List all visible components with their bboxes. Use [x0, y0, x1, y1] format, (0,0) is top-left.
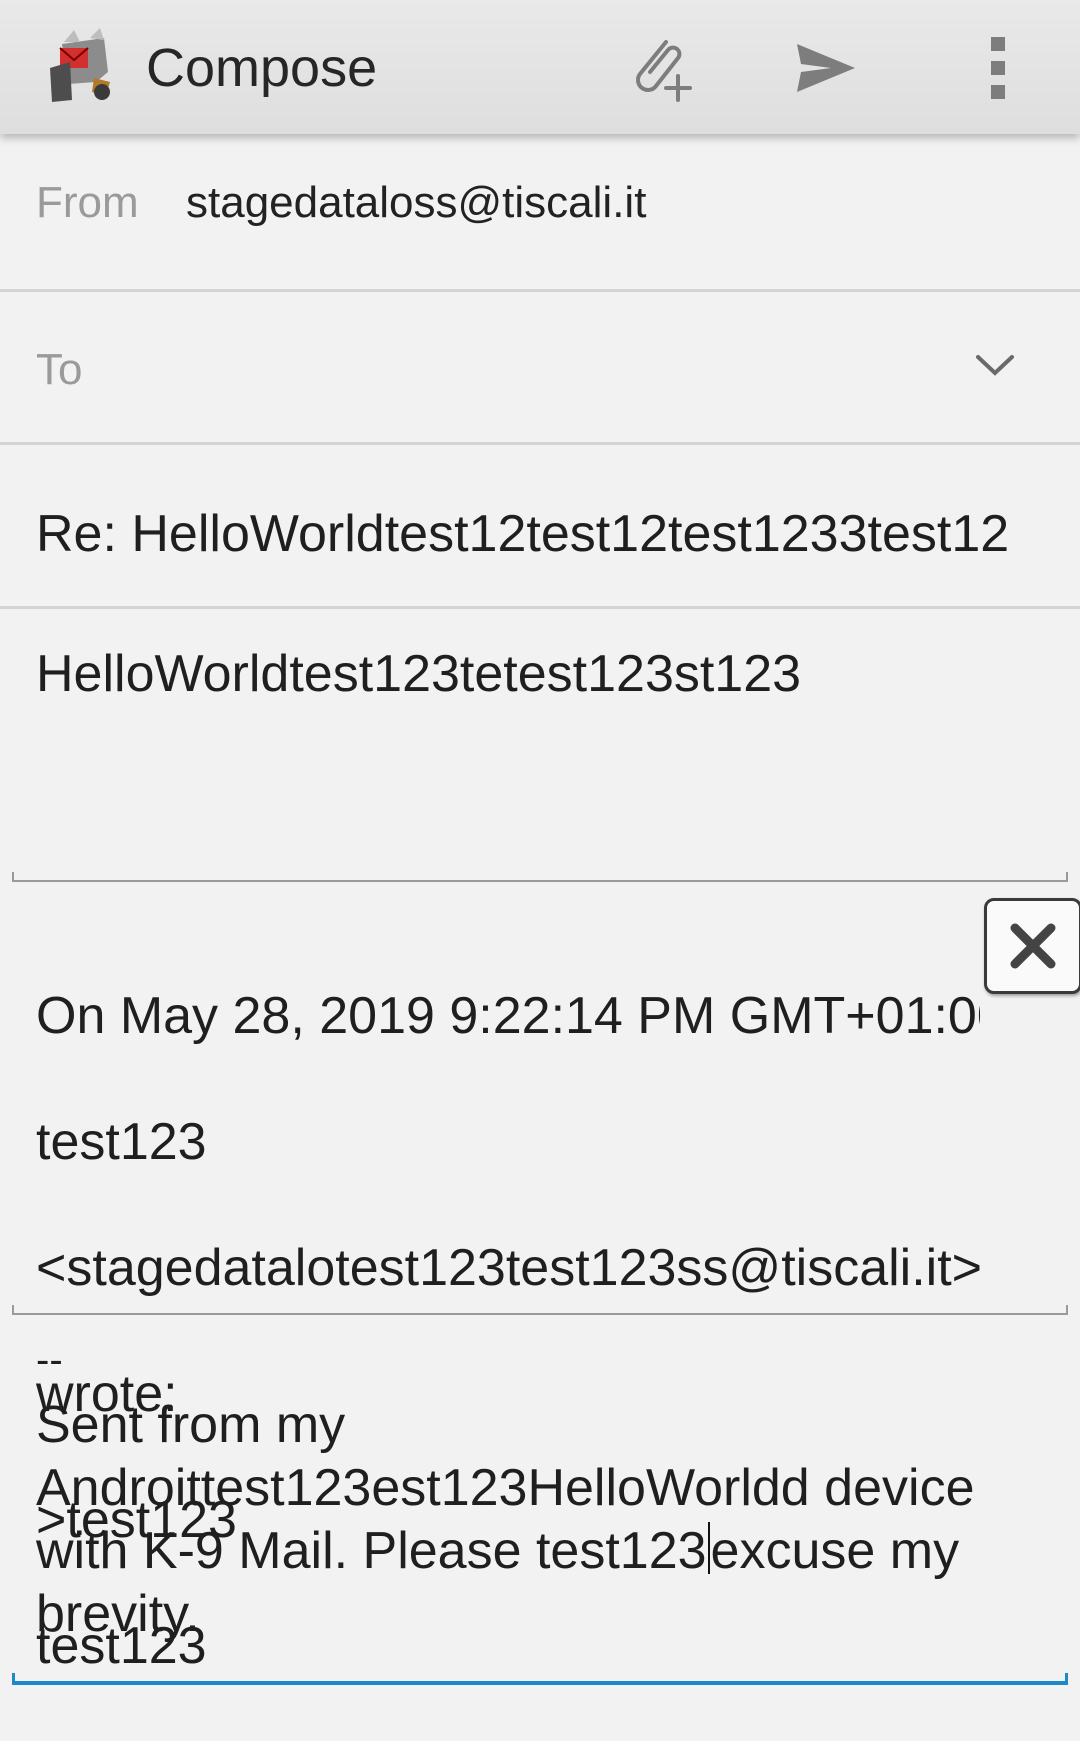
- message-input-underline: [12, 872, 1068, 882]
- overflow-menu-button[interactable]: [958, 28, 1038, 108]
- quote-sender-name: test123: [36, 1113, 207, 1171]
- signature-line: excuse my: [710, 1522, 960, 1580]
- message-input[interactable]: HelloWorldtest123tetest123st123: [36, 644, 801, 704]
- to-label: To: [36, 345, 83, 394]
- signature-separator: --: [36, 1338, 63, 1382]
- to-row[interactable]: To: [0, 293, 1080, 443]
- subject-row[interactable]: Re: HelloWorldtest12test12test1233test12: [0, 446, 1080, 606]
- quote-sender-email: <stagedatalotest123test123ss@tiscali.it>: [36, 1239, 983, 1297]
- paperclip-add-icon: [636, 40, 692, 102]
- overflow-menu-icon: [991, 37, 1005, 99]
- divider: [0, 442, 1080, 445]
- from-row[interactable]: From stagedataloss@tiscali.it: [0, 136, 1080, 290]
- from-value[interactable]: stagedataloss@tiscali.it: [186, 178, 646, 228]
- signature-line: brevity.: [36, 1585, 200, 1643]
- send-arrow-icon: [797, 44, 855, 92]
- signature-focus-underline: [12, 1673, 1068, 1685]
- signature-line: Sent from my: [36, 1396, 346, 1454]
- app-bar: Compose: [0, 0, 1080, 134]
- remove-quoted-text-button[interactable]: [984, 898, 1080, 994]
- k9-mail-dog-logo-icon: [44, 22, 124, 108]
- from-label: From: [36, 178, 139, 227]
- signature-line: with K-9 Mail. Please test123: [36, 1522, 707, 1580]
- message-body[interactable]: HelloWorldtest123tetest123st123: [0, 610, 1080, 880]
- chevron-down-icon: [976, 355, 1014, 376]
- send-button[interactable]: [786, 28, 866, 108]
- signature-line: Androittest123est123HelloWorldd device: [36, 1459, 975, 1517]
- to-expand-button[interactable]: [970, 345, 1020, 385]
- signature-input[interactable]: -- Sent from my Androittest123est123Hell…: [36, 1340, 1046, 1646]
- quote-header: On May 28, 2019 9:22:14 PM GMT+01:00: [36, 987, 980, 1045]
- divider: [0, 289, 1080, 292]
- close-x-icon: [1010, 923, 1056, 969]
- divider: [0, 606, 1080, 609]
- subject-input[interactable]: Re: HelloWorldtest12test12test1233test12: [36, 504, 1046, 564]
- screen-title: Compose: [146, 38, 378, 98]
- text-cursor: [707, 1522, 710, 1574]
- attach-button[interactable]: [620, 28, 700, 108]
- quoted-text-underline: [12, 1305, 1068, 1315]
